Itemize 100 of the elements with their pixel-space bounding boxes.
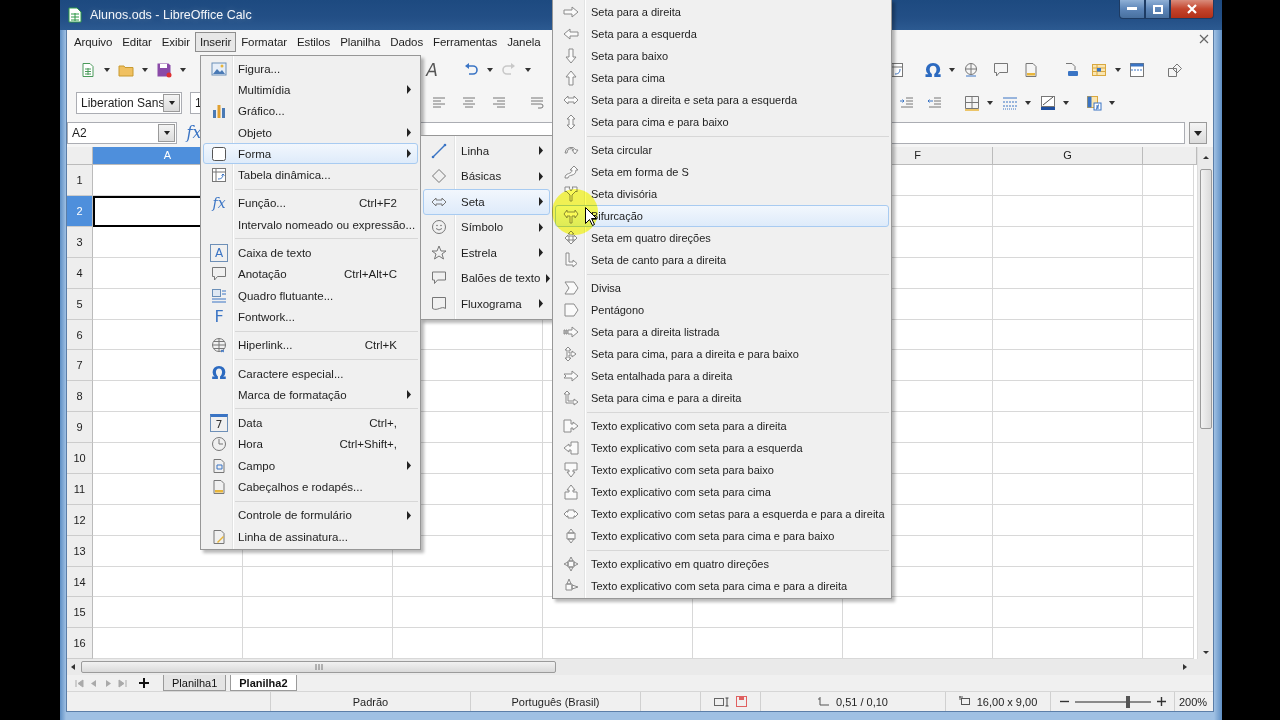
menu-item[interactable]: Texto explicativo com seta para cima bbox=[555, 481, 889, 503]
sheet-tab[interactable]: Planilha1 bbox=[163, 675, 227, 692]
sheet-cell[interactable] bbox=[993, 474, 1143, 505]
sheet-cell[interactable] bbox=[993, 257, 1143, 289]
menu-item[interactable]: Balões de texto bbox=[423, 265, 550, 291]
menu-item[interactable]: Texto explicativo com seta para cima e para baixo bbox=[555, 525, 889, 547]
sheet-cell[interactable] bbox=[993, 288, 1143, 320]
menu-item[interactable]: Seta para cima, para a direita e para baixo bbox=[555, 343, 889, 365]
menu-item[interactable]: Texto explicativo com setas para a esquerda e para a direita bbox=[555, 503, 889, 525]
menu-item[interactable]: F Fontwork... bbox=[203, 306, 418, 328]
row-header[interactable]: 5 bbox=[67, 288, 93, 320]
menu-item[interactable]: Gráfico... bbox=[203, 100, 418, 122]
previous-sheet-icon[interactable] bbox=[89, 678, 99, 688]
caret-icon[interactable] bbox=[1062, 99, 1070, 106]
sheet-cell[interactable] bbox=[1143, 257, 1194, 289]
sheet-cell[interactable] bbox=[993, 597, 1143, 629]
vertical-scrollbar[interactable] bbox=[1197, 147, 1213, 660]
sheet-cell[interactable] bbox=[93, 566, 243, 598]
row-header[interactable]: 12 bbox=[67, 504, 93, 536]
zoom-slider-thumb[interactable] bbox=[1125, 695, 1130, 708]
row-header[interactable]: 7 bbox=[67, 350, 93, 382]
function-wizard-button[interactable]: fx bbox=[183, 122, 205, 145]
sheet-cell[interactable] bbox=[1143, 227, 1194, 258]
add-sheet-icon[interactable] bbox=[139, 678, 149, 689]
row-header[interactable]: 13 bbox=[67, 535, 93, 567]
sheet-cell[interactable] bbox=[1143, 288, 1194, 320]
sheet-cell[interactable] bbox=[993, 319, 1143, 351]
row-header[interactable]: 11 bbox=[67, 474, 93, 505]
menu-item[interactable]: Seta para a direita e seta para a esquerda bbox=[555, 89, 889, 111]
select-all-corner[interactable] bbox=[67, 147, 93, 166]
menu-bar-item[interactable]: Formatar bbox=[236, 31, 293, 52]
next-sheet-icon[interactable] bbox=[103, 678, 113, 688]
first-sheet-icon[interactable] bbox=[75, 678, 85, 688]
menu-item[interactable]: Divisa bbox=[555, 277, 889, 299]
caret-icon[interactable] bbox=[1108, 99, 1116, 106]
sheet-cell[interactable] bbox=[1143, 597, 1194, 629]
menu-item[interactable]: Hiperlink... Ctrl+K bbox=[203, 334, 418, 356]
menu-bar-item[interactable]: Inserir bbox=[194, 31, 237, 52]
menu-item[interactable]: Figura... bbox=[203, 58, 418, 80]
menu-bar-item[interactable]: Editar bbox=[117, 31, 157, 52]
sheet-cell[interactable] bbox=[1143, 535, 1194, 567]
sheet-cell[interactable] bbox=[1143, 319, 1194, 351]
caret-icon[interactable] bbox=[179, 66, 187, 73]
horizontal-scrollbar-thumb[interactable] bbox=[81, 661, 556, 674]
sheet-cell[interactable] bbox=[993, 227, 1143, 258]
menu-item[interactable]: Tabela dinâmica... bbox=[203, 164, 418, 186]
menu-item[interactable]: Seta para cima bbox=[555, 67, 889, 89]
row-header[interactable]: 15 bbox=[67, 597, 93, 629]
caret-icon[interactable] bbox=[524, 66, 532, 73]
menu-item[interactable]: Intervalo nomeado ou expressão... bbox=[203, 214, 418, 236]
menu-item[interactable]: Cabeçalhos e rodapés... bbox=[203, 476, 418, 498]
menu-item[interactable]: Controle de formulário bbox=[203, 504, 418, 526]
sheet-cell[interactable] bbox=[993, 381, 1143, 413]
menu-item[interactable]: A Caixa de texto bbox=[203, 242, 418, 264]
row-header[interactable]: 10 bbox=[67, 443, 93, 474]
menu-item[interactable]: Texto explicativo em quatro direções bbox=[555, 553, 889, 575]
menu-item[interactable]: Texto explicativo com seta para cima e para a direita bbox=[555, 575, 889, 597]
sheet-cell[interactable] bbox=[393, 566, 543, 598]
sheet-cell[interactable] bbox=[993, 566, 1143, 598]
menu-item[interactable]: Linha de assinatura... bbox=[203, 525, 418, 548]
menu-item[interactable]: Seta para cima e para baixo bbox=[555, 111, 889, 133]
sheet-cell[interactable] bbox=[993, 412, 1143, 444]
zoom-level-text[interactable]: 200% bbox=[1179, 695, 1208, 708]
sheet-cell[interactable] bbox=[993, 504, 1143, 536]
caret-icon[interactable] bbox=[486, 66, 494, 73]
close-button[interactable] bbox=[1170, 0, 1214, 19]
menu-item[interactable]: Texto explicativo com seta para a esquerda bbox=[555, 437, 889, 459]
menu-item[interactable]: Quadro flutuante... bbox=[203, 284, 418, 307]
menu-item[interactable]: Ω Caractere especial... bbox=[203, 362, 418, 385]
menu-item[interactable]: 7 Data Ctrl+, bbox=[203, 412, 418, 434]
row-header[interactable]: 8 bbox=[67, 381, 93, 413]
menu-bar-item[interactable]: Ferramentas bbox=[428, 31, 503, 52]
menu-bar-item[interactable]: Estilos bbox=[292, 31, 336, 52]
sheet-cell[interactable] bbox=[243, 597, 393, 629]
menu-item[interactable]: Seta para a esquerda bbox=[555, 23, 889, 45]
menu-item[interactable]: Objeto bbox=[203, 121, 418, 144]
close-document-button[interactable] bbox=[1199, 34, 1209, 44]
menu-item[interactable]: Seta de canto para a direita bbox=[555, 249, 889, 271]
column-header[interactable]: G bbox=[993, 147, 1143, 166]
sheet-cell[interactable] bbox=[93, 597, 243, 629]
menu-bar-item[interactable]: Dados bbox=[385, 31, 429, 52]
zoom-in-icon[interactable] bbox=[1156, 697, 1166, 707]
menu-item[interactable]: Pentágono bbox=[555, 299, 889, 321]
expand-formula-button[interactable] bbox=[1189, 122, 1207, 145]
row-header[interactable]: 9 bbox=[67, 412, 93, 444]
last-sheet-icon[interactable] bbox=[117, 678, 127, 688]
sheet-cell[interactable] bbox=[993, 165, 1143, 197]
menu-bar-item[interactable]: Exibir bbox=[156, 31, 195, 52]
sheet-cell[interactable] bbox=[993, 196, 1143, 227]
sheet-cell[interactable] bbox=[1143, 381, 1194, 413]
row-header[interactable]: 16 bbox=[67, 628, 93, 660]
menu-item[interactable]: Seta para cima e para a direita bbox=[555, 387, 889, 409]
sheet-cell[interactable] bbox=[993, 535, 1143, 567]
special-character-button[interactable]: Ω bbox=[922, 58, 944, 81]
sheet-cell[interactable] bbox=[243, 566, 393, 598]
maximize-button[interactable] bbox=[1145, 0, 1170, 19]
sheet-cell[interactable] bbox=[993, 443, 1143, 474]
minimize-button[interactable] bbox=[1119, 0, 1145, 19]
caret-icon[interactable] bbox=[141, 66, 149, 73]
menu-item[interactable]: Símbolo bbox=[423, 214, 550, 240]
